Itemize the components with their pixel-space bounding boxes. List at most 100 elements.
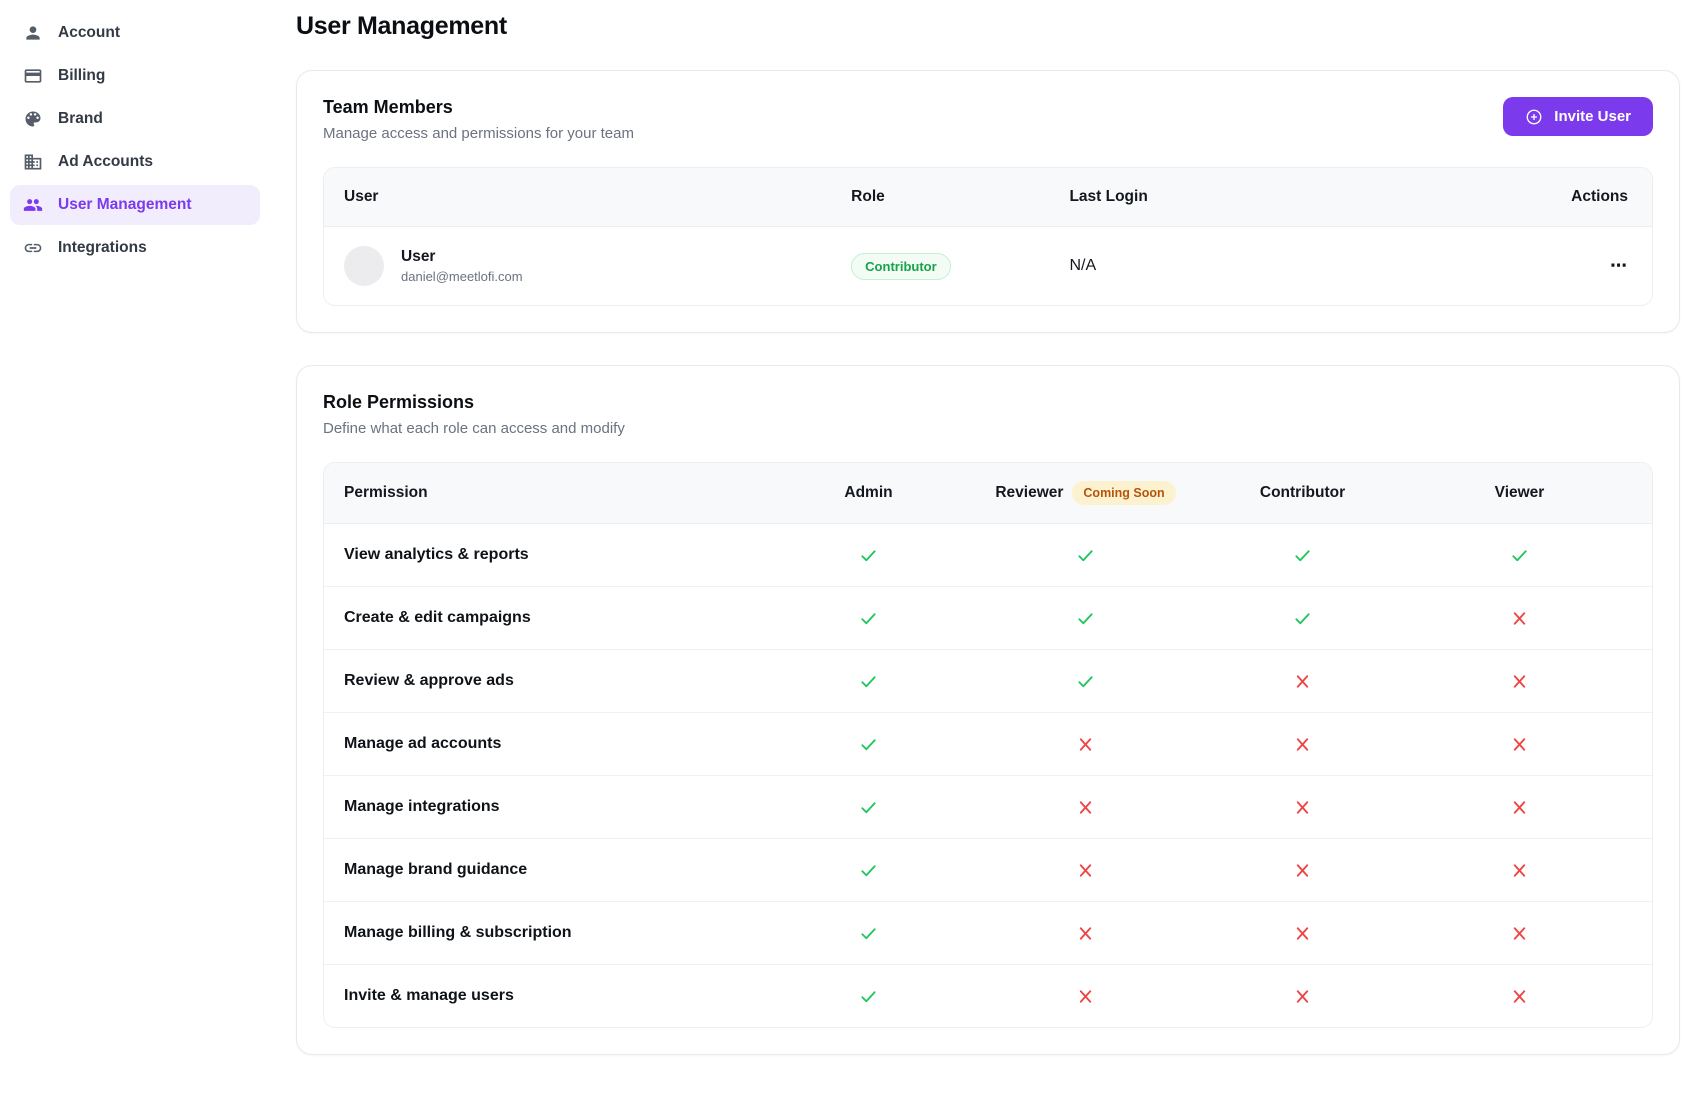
team-members-card: Team Members Manage access and permissio… xyxy=(296,70,1680,333)
users-icon xyxy=(23,195,43,215)
permission-row: View analytics & reports xyxy=(324,524,1652,586)
team-members-table-header: User Role Last Login Actions xyxy=(324,168,1652,227)
page-title: User Management xyxy=(296,12,1680,41)
row-actions-menu-button[interactable]: ⋯ xyxy=(1598,252,1628,280)
coming-soon-badge: Coming Soon xyxy=(1072,481,1175,505)
check-icon xyxy=(977,609,1194,628)
sidebar-item-label: Billing xyxy=(58,67,105,85)
check-icon xyxy=(760,861,977,880)
permission-row: Invite & manage users xyxy=(324,964,1652,1027)
check-icon xyxy=(977,546,1194,565)
role-permissions-table-header: Permission Admin Reviewer Coming Soon Co… xyxy=(324,463,1652,524)
check-icon xyxy=(1194,609,1411,628)
role-permissions-title: Role Permissions xyxy=(323,392,1653,413)
sidebar-item-label: Brand xyxy=(58,110,103,128)
check-icon xyxy=(760,546,977,565)
sidebar-item-label: User Management xyxy=(58,196,192,214)
invite-user-label: Invite User xyxy=(1554,108,1631,125)
check-icon xyxy=(760,672,977,691)
sidebar-item-ad-accounts[interactable]: Ad Accounts xyxy=(10,142,260,182)
cross-icon xyxy=(1411,735,1628,754)
check-icon xyxy=(977,672,1194,691)
permission-label: Manage billing & subscription xyxy=(344,924,760,942)
column-header-actions: Actions xyxy=(1326,188,1628,206)
check-icon xyxy=(1194,546,1411,565)
check-icon xyxy=(760,735,977,754)
column-header-contributor: Contributor xyxy=(1194,484,1411,502)
column-header-user: User xyxy=(344,188,851,206)
permission-row: Review & approve ads xyxy=(324,649,1652,712)
sidebar-item-label: Ad Accounts xyxy=(58,153,153,171)
cross-icon xyxy=(1194,735,1411,754)
sidebar-item-account[interactable]: Account xyxy=(10,13,260,53)
column-header-permission: Permission xyxy=(344,484,760,502)
check-icon xyxy=(760,609,977,628)
cross-icon xyxy=(977,861,1194,880)
column-header-role: Role xyxy=(851,188,1069,206)
last-login-value: N/A xyxy=(1069,257,1326,275)
column-header-last-login: Last Login xyxy=(1069,188,1326,206)
permission-row: Manage brand guidance xyxy=(324,838,1652,901)
permission-row: Manage billing & subscription xyxy=(324,901,1652,964)
sidebar-item-billing[interactable]: Billing xyxy=(10,56,260,96)
cross-icon xyxy=(977,735,1194,754)
permission-row: Create & edit campaigns xyxy=(324,586,1652,649)
column-header-admin: Admin xyxy=(760,484,977,502)
main-content: User Management Team Members Manage acce… xyxy=(268,0,1707,1103)
check-icon xyxy=(760,924,977,943)
cross-icon xyxy=(1411,861,1628,880)
sidebar-item-user-management[interactable]: User Management xyxy=(10,185,260,225)
sidebar-item-brand[interactable]: Brand xyxy=(10,99,260,139)
cross-icon xyxy=(1411,987,1628,1006)
cross-icon xyxy=(977,924,1194,943)
sidebar-item-label: Account xyxy=(58,24,120,42)
check-icon xyxy=(760,798,977,817)
permission-label: Manage brand guidance xyxy=(344,861,760,879)
palette-icon xyxy=(23,109,43,129)
cross-icon xyxy=(1411,798,1628,817)
permission-row: Manage integrations xyxy=(324,775,1652,838)
permission-label: Manage ad accounts xyxy=(344,735,760,753)
cross-icon xyxy=(1194,987,1411,1006)
cross-icon xyxy=(977,798,1194,817)
person-icon xyxy=(23,23,43,43)
role-permissions-card: Role Permissions Define what each role c… xyxy=(296,365,1680,1055)
cross-icon xyxy=(1411,672,1628,691)
settings-sidebar: Account Billing Brand Ad Accounts User M… xyxy=(0,0,268,1103)
invite-user-button[interactable]: Invite User xyxy=(1503,97,1653,136)
member-email: daniel@meetlofi.com xyxy=(401,268,523,286)
column-header-viewer: Viewer xyxy=(1411,484,1628,502)
building-icon xyxy=(23,152,43,172)
avatar xyxy=(344,246,384,286)
role-permissions-subtitle: Define what each role can access and mod… xyxy=(323,420,1653,437)
credit-card-icon xyxy=(23,66,43,86)
team-member-row: User daniel@meetlofi.com Contributor N/A… xyxy=(324,227,1652,305)
permission-row: Manage ad accounts xyxy=(324,712,1652,775)
link-icon xyxy=(23,238,43,258)
team-members-subtitle: Manage access and permissions for your t… xyxy=(323,125,634,142)
cross-icon xyxy=(1194,798,1411,817)
cross-icon xyxy=(977,987,1194,1006)
check-icon xyxy=(1411,546,1628,565)
team-members-table: User Role Last Login Actions User daniel… xyxy=(323,167,1653,306)
permission-label: View analytics & reports xyxy=(344,546,760,564)
sidebar-item-integrations[interactable]: Integrations xyxy=(10,228,260,268)
team-members-title: Team Members xyxy=(323,97,634,118)
member-name: User xyxy=(401,247,523,268)
role-permissions-table: Permission Admin Reviewer Coming Soon Co… xyxy=(323,462,1653,1028)
permission-label: Create & edit campaigns xyxy=(344,609,760,627)
role-permissions-rows: View analytics & reports Create & edit ca… xyxy=(324,524,1652,1027)
cross-icon xyxy=(1411,609,1628,628)
permission-label: Invite & manage users xyxy=(344,987,760,1005)
plus-circle-icon xyxy=(1525,108,1543,126)
check-icon xyxy=(760,987,977,1006)
cross-icon xyxy=(1194,924,1411,943)
cross-icon xyxy=(1194,672,1411,691)
sidebar-item-label: Integrations xyxy=(58,239,147,257)
cross-icon xyxy=(1194,861,1411,880)
role-badge: Contributor xyxy=(851,253,950,280)
column-header-reviewer: Reviewer Coming Soon xyxy=(977,481,1194,505)
permission-label: Manage integrations xyxy=(344,798,760,816)
permission-label: Review & approve ads xyxy=(344,672,760,690)
cross-icon xyxy=(1411,924,1628,943)
